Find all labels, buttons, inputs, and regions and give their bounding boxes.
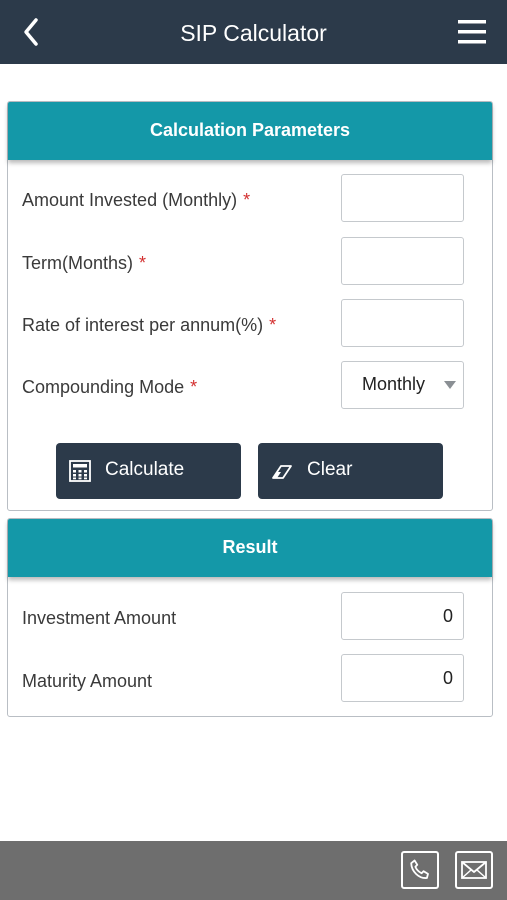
compounding-mode-value: Monthly (362, 374, 426, 394)
amount-invested-label-text: Amount Invested (Monthly) (22, 190, 238, 210)
required-marker: * (243, 190, 251, 210)
amount-invested-label: Amount Invested (Monthly) * (22, 190, 250, 211)
calculate-label: Calculate (105, 459, 185, 480)
compounding-mode-select[interactable]: Monthly (341, 361, 464, 409)
eraser-icon (272, 465, 292, 479)
compounding-mode-label-text: Compounding Mode (22, 377, 185, 397)
investment-amount-label: Investment Amount (22, 608, 177, 628)
hamburger-menu-icon (458, 20, 486, 44)
maturity-amount-label: Maturity Amount (22, 671, 153, 691)
result-header: Result (8, 519, 492, 577)
calculation-parameters-panel: Calculation Parameters Amount Invested (… (7, 101, 493, 511)
menu-button[interactable] (452, 14, 492, 50)
call-button[interactable] (401, 851, 439, 889)
email-button[interactable] (455, 851, 493, 889)
required-marker: * (269, 315, 277, 335)
calculate-button[interactable]: Calculate (56, 443, 241, 499)
clear-button[interactable]: Clear (258, 443, 443, 499)
required-marker: * (139, 253, 147, 273)
app-header: SIP Calculator (0, 0, 507, 64)
required-marker: * (190, 377, 198, 397)
result-panel: Result Investment Amount Maturity Amount (7, 518, 493, 717)
dropdown-caret-icon (444, 381, 456, 389)
page-title: SIP Calculator (180, 20, 327, 46)
investment-amount-field[interactable] (341, 592, 464, 640)
bottom-bar (0, 841, 507, 900)
calculation-parameters-header: Calculation Parameters (8, 102, 492, 160)
rate-of-interest-label: Rate of interest per annum(%) * (22, 315, 276, 336)
calculator-icon (69, 460, 91, 482)
rate-of-interest-input[interactable] (341, 299, 464, 347)
term-months-label: Term(Months) * (22, 253, 146, 274)
rate-of-interest-label-text: Rate of interest per annum(%) (22, 315, 264, 335)
maturity-amount-field[interactable] (341, 654, 464, 702)
compounding-mode-label: Compounding Mode * (22, 377, 197, 398)
clear-label: Clear (307, 459, 353, 480)
chevron-left-icon (24, 18, 38, 46)
phone-icon (410, 859, 429, 879)
term-months-input[interactable] (341, 237, 464, 285)
mail-icon (461, 861, 487, 879)
term-months-label-text: Term(Months) (22, 253, 134, 273)
back-button[interactable] (14, 10, 48, 54)
amount-invested-input[interactable] (341, 174, 464, 222)
